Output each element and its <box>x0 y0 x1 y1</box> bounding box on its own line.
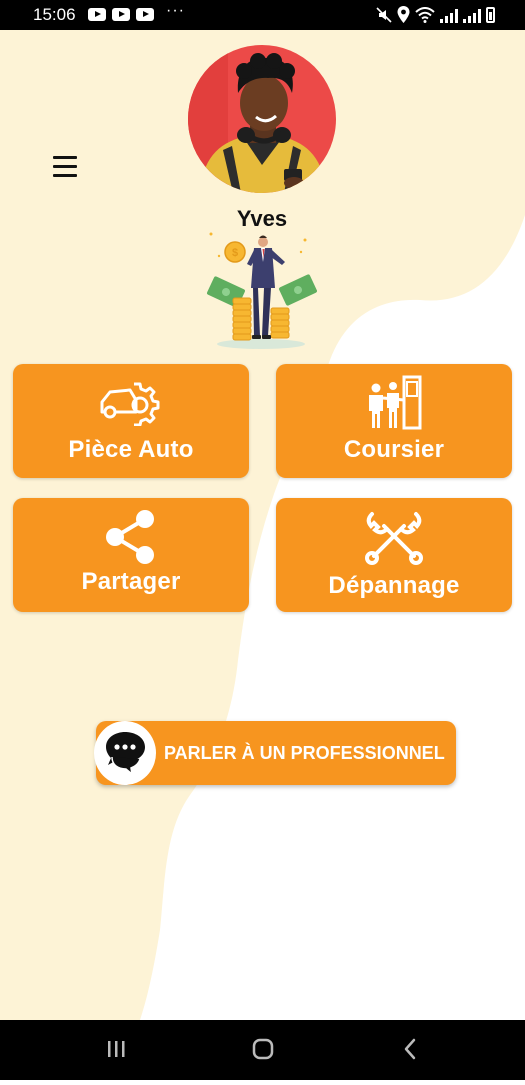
card-label: Pièce Auto <box>68 436 194 463</box>
chat-icon <box>106 732 145 776</box>
signal-icon <box>463 9 481 23</box>
more-notifications-icon: ··· <box>166 2 185 19</box>
courier-door-icon <box>369 375 422 430</box>
back-icon <box>404 1038 416 1060</box>
svg-text:$: $ <box>232 247 238 259</box>
navigation-bar <box>0 1020 525 1080</box>
card-label: Dépannage <box>328 572 460 599</box>
menu-button[interactable] <box>50 154 80 182</box>
coursier-card[interactable]: Coursier <box>276 364 512 478</box>
back-button[interactable] <box>370 1020 450 1080</box>
wifi-icon <box>415 7 435 23</box>
home-icon <box>252 1038 274 1060</box>
chat-icon-container <box>94 721 156 785</box>
depannage-card[interactable]: Dépannage <box>276 498 512 612</box>
partager-card[interactable]: Partager <box>13 498 249 612</box>
youtube-icon <box>136 8 154 21</box>
status-time: 15:06 <box>33 5 76 24</box>
system-icons <box>376 6 495 23</box>
home-button[interactable] <box>223 1020 303 1080</box>
youtube-icon <box>88 8 106 21</box>
share-icon <box>106 510 154 564</box>
piece-auto-card[interactable]: Pièce Auto <box>13 364 249 478</box>
avatar <box>188 45 336 193</box>
battery-icon <box>486 7 495 23</box>
signal-icon <box>440 9 458 23</box>
talk-to-professional-button[interactable]: PARLER À UN PROFESSIONNEL <box>94 721 456 785</box>
talk-button-label: PARLER À UN PROFESSIONNEL <box>164 743 445 763</box>
card-label: Coursier <box>343 436 445 463</box>
businessman-money-illustration: $ <box>207 232 317 349</box>
wrench-icon <box>365 512 423 565</box>
avatar-photo <box>188 45 336 193</box>
recents-icon <box>108 1041 125 1057</box>
youtube-icon <box>112 8 130 21</box>
status-bar: 15:06 ··· <box>0 0 525 30</box>
mute-icon <box>376 7 392 23</box>
notification-icons <box>88 8 154 21</box>
recents-button[interactable] <box>76 1020 156 1080</box>
location-icon <box>397 6 410 23</box>
card-label: Partager <box>81 568 181 595</box>
car-gear-icon <box>100 382 160 426</box>
